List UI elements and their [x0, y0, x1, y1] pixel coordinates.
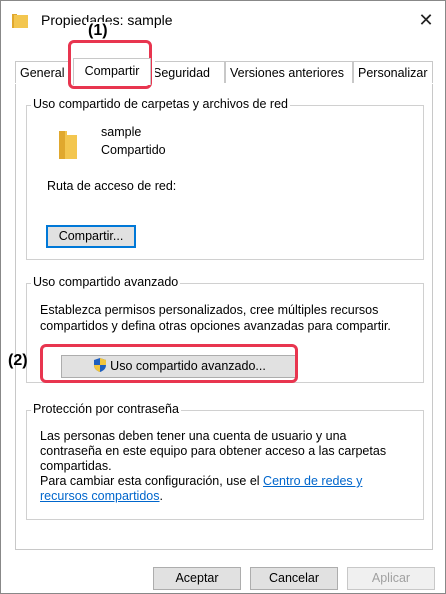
- accept-button[interactable]: Aceptar: [153, 567, 241, 590]
- password-protection-group: Protección por contraseña Las personas d…: [26, 402, 424, 520]
- tab-personalizar[interactable]: Personalizar: [353, 61, 433, 83]
- password-text-line-3: compartidas.: [40, 459, 112, 473]
- title-bar: Propiedades: sample ✕: [1, 1, 445, 43]
- properties-window: Propiedades: sample ✕ General Seguridad …: [0, 0, 446, 594]
- password-text-line-1: Las personas deben tener una cuenta de u…: [40, 429, 347, 443]
- advanced-share-description-2: compartidos y defina otras opciones avan…: [40, 319, 391, 333]
- tab-strip: General Seguridad Versiones anteriores P…: [15, 58, 433, 85]
- password-protection-group-title: Protección por contraseña: [31, 402, 181, 416]
- network-center-link-part-1[interactable]: Centro de redes y: [263, 474, 362, 488]
- tab-versiones-anteriores[interactable]: Versiones anteriores: [225, 61, 353, 83]
- folder-name: sample: [101, 125, 142, 139]
- folder-status: Compartido: [101, 143, 166, 157]
- share-button[interactable]: Compartir...: [46, 225, 136, 248]
- shared-folder-icon: [59, 131, 77, 159]
- tab-panel-compartir: Uso compartido de carpetas y archivos de…: [15, 84, 433, 550]
- folder-icon: [12, 14, 28, 28]
- close-icon[interactable]: ✕: [415, 9, 437, 31]
- cancel-button[interactable]: Cancelar: [250, 567, 338, 590]
- tab-general[interactable]: General: [15, 61, 71, 83]
- tab-seguridad[interactable]: Seguridad: [155, 61, 225, 83]
- highlight-advanced-share-button: [40, 344, 298, 383]
- password-text-line-4: Para cambiar esta configuración, use el …: [40, 474, 362, 489]
- password-text-line-2: contraseña en este equipo para obtener a…: [40, 444, 387, 458]
- advanced-share-group-title: Uso compartido avanzado: [31, 275, 181, 289]
- tab-compartir[interactable]: Compartir: [73, 58, 151, 85]
- callout-2: (2): [8, 352, 28, 369]
- network-share-group: Uso compartido de carpetas y archivos de…: [26, 97, 424, 260]
- callout-1: (1): [86, 22, 110, 40]
- password-text-line-5: recursos compartidos.: [40, 489, 163, 504]
- network-share-group-title: Uso compartido de carpetas y archivos de…: [31, 97, 290, 111]
- apply-button[interactable]: Aplicar: [347, 567, 435, 590]
- network-path-label: Ruta de acceso de red:: [47, 179, 177, 193]
- network-center-link-part-2[interactable]: recursos compartidos: [40, 489, 160, 503]
- password-text-prefix: Para cambiar esta configuración, use el: [40, 474, 264, 488]
- password-text-suffix: .: [159, 489, 163, 503]
- advanced-share-description-1: Establezca permisos personalizados, cree…: [40, 303, 379, 317]
